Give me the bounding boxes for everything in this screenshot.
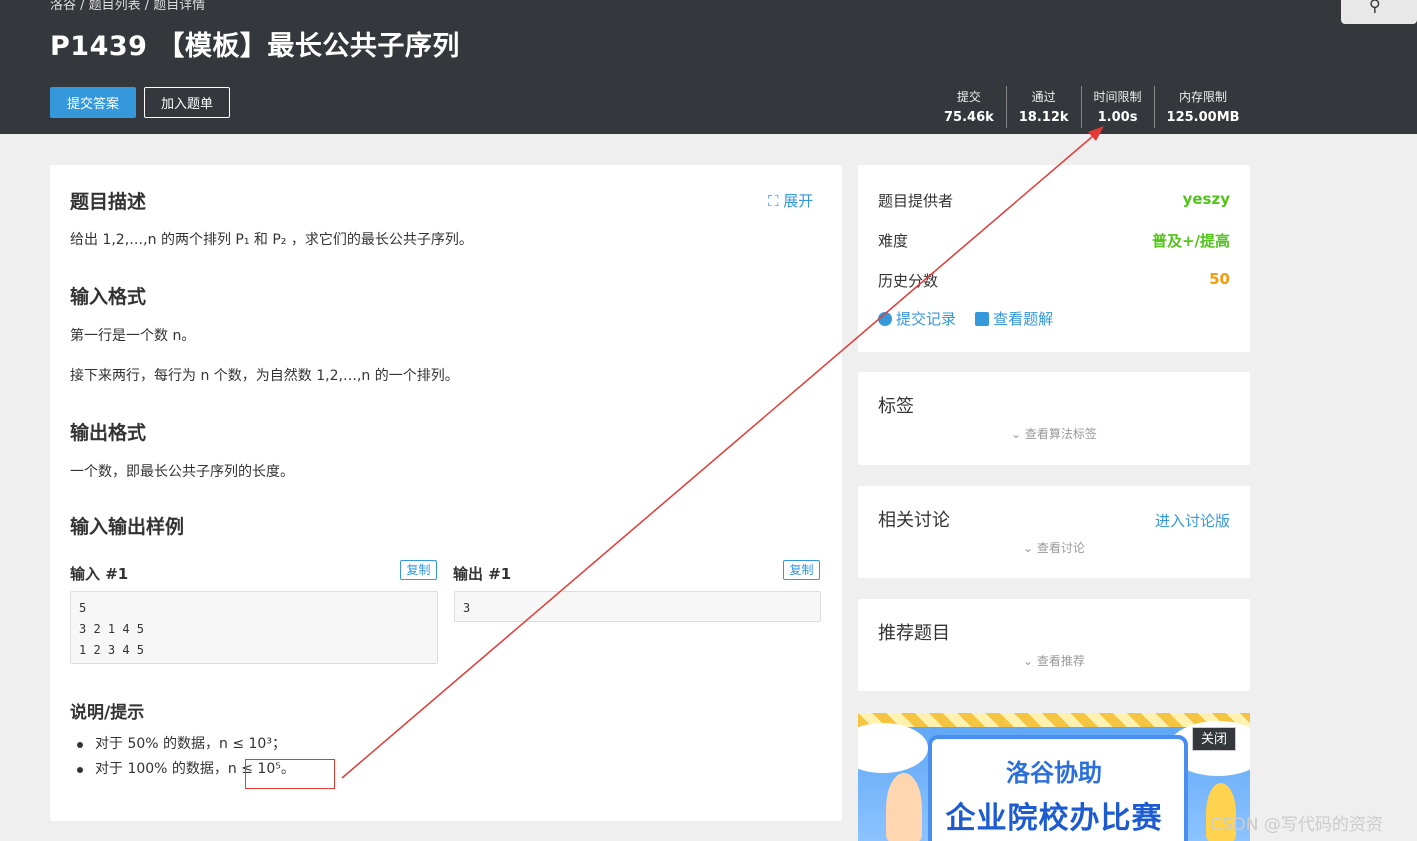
page-title: P1439 【模板】最长公共子序列 <box>50 31 460 62</box>
view-recommend-toggle[interactable]: ⌄ 查看推荐 <box>858 652 1250 669</box>
score-row: 历史分数 50 <box>878 270 1230 291</box>
stat-accepted: 通过 18.12k <box>1005 86 1081 128</box>
hint-heading: 说明/提示 <box>70 703 145 723</box>
view-recommend-label: 查看推荐 <box>1036 654 1085 668</box>
description-heading: 题目描述 <box>70 191 147 213</box>
difficulty-row: 难度 普及+/提高 <box>878 230 1230 251</box>
annotation-highlight-box <box>245 759 335 789</box>
book-icon <box>975 312 990 326</box>
score-label: 历史分数 <box>878 272 939 290</box>
solutions-link[interactable]: 查看题解 <box>975 310 1053 328</box>
copy-input-button[interactable]: 复制 <box>400 560 437 580</box>
recommend-card: 推荐题目 ⌄ 查看推荐 <box>858 599 1250 691</box>
breadcrumb[interactable]: 洛谷 / 题目列表 / 题目详情 <box>50 0 205 13</box>
submission-records-link[interactable]: 提交记录 <box>878 310 956 328</box>
discussion-card: 相关讨论 进入讨论版 ⌄ 查看讨论 <box>858 486 1250 578</box>
watermark: CSDN @写代码的资资 <box>1210 815 1383 835</box>
solutions-label: 查看题解 <box>993 310 1054 328</box>
add-to-list-button[interactable]: 加入题单 <box>144 87 230 118</box>
stat-memory-limit: 内存限制 125.00MB <box>1153 86 1252 128</box>
search-button[interactable]: ⚲ <box>1341 0 1417 24</box>
problem-header: 洛谷 / 题目列表 / 题目详情 P1439 【模板】最长公共子序列 提交答案 … <box>0 0 1417 134</box>
records-label: 提交记录 <box>896 310 957 328</box>
stat-time-limit: 时间限制 1.00s <box>1080 86 1154 128</box>
tags-title: 标签 <box>878 396 914 417</box>
provider-value[interactable]: yeszy <box>1183 190 1230 208</box>
stat-value: 18.12k <box>1018 110 1069 125</box>
enter-forum-link[interactable]: 进入讨论版 <box>1155 510 1230 531</box>
stat-submissions: 提交 75.46k <box>932 86 1006 128</box>
stat-value: 125.00MB <box>1166 110 1240 125</box>
stat-label: 通过 <box>1031 90 1056 104</box>
view-tags-label: 查看算法标签 <box>1024 427 1097 441</box>
stat-value: 1.00s <box>1097 110 1138 125</box>
pie-chart-icon <box>878 312 892 326</box>
problem-stats: 提交 75.46k 通过 18.12k 时间限制 1.00s 内存限制 125.… <box>932 86 1252 128</box>
expand-label: 展开 <box>783 192 814 210</box>
recommend-title: 推荐题目 <box>878 623 950 644</box>
output-format-heading: 输出格式 <box>70 422 147 444</box>
problem-content-card: 题目描述 ⛶ 展开 给出 1,2,…,n 的两个排列 P₁ 和 P₂ ，求它们的… <box>50 165 842 821</box>
chevron-down-icon: ⌄ <box>1023 541 1037 555</box>
input-format-heading: 输入格式 <box>70 286 147 308</box>
provider-label: 题目提供者 <box>878 192 954 210</box>
discussion-title: 相关讨论 <box>878 510 950 531</box>
expand-icon: ⛶ <box>768 192 779 210</box>
view-discussion-toggle[interactable]: ⌄ 查看讨论 <box>858 539 1250 556</box>
problem-info-card: 题目提供者 yeszy 难度 普及+/提高 历史分数 50 提交记录 查看题解 <box>858 165 1250 352</box>
stat-value: 75.46k <box>944 110 994 125</box>
view-discussion-label: 查看讨论 <box>1036 541 1085 555</box>
output-format-text: 一个数，即最长公共子序列的长度。 <box>70 464 294 480</box>
stat-label: 提交 <box>956 90 981 104</box>
search-icon: ⚲ <box>1369 0 1381 15</box>
view-tags-toggle[interactable]: ⌄ 查看算法标签 <box>858 425 1250 442</box>
score-value: 50 <box>1209 270 1230 288</box>
samples-heading: 输入输出样例 <box>70 516 185 538</box>
tags-card: 标签 ⌄ 查看算法标签 <box>858 372 1250 465</box>
expand-button[interactable]: ⛶ 展开 <box>768 190 813 211</box>
sample-input-label: 输入 #1 <box>70 565 129 583</box>
ad-banner[interactable]: 洛谷协助 企业院校办比赛 关闭 <box>858 713 1250 841</box>
chevron-down-icon: ⌄ <box>1023 654 1037 668</box>
hint-item: 对于 50% 的数据，n ≤ 10³； <box>75 732 295 757</box>
stat-label: 内存限制 <box>1179 90 1228 104</box>
copy-output-button[interactable]: 复制 <box>783 560 820 580</box>
illustration-person <box>886 773 922 841</box>
sample-input-box[interactable]: 5 3 2 1 4 5 1 2 3 4 5 <box>70 591 438 664</box>
provider-row: 题目提供者 yeszy <box>878 190 1230 211</box>
sample-output-label: 输出 #1 <box>453 565 512 583</box>
submit-answer-button[interactable]: 提交答案 <box>50 87 136 118</box>
ad-close-button[interactable]: 关闭 <box>1192 727 1236 751</box>
sample-output-box[interactable]: 3 <box>454 591 821 622</box>
chevron-down-icon: ⌄ <box>1011 427 1025 441</box>
difficulty-label: 难度 <box>878 232 909 250</box>
stat-label: 时间限制 <box>1093 90 1142 104</box>
info-links: 提交记录 查看题解 <box>878 308 1053 329</box>
difficulty-value: 普及+/提高 <box>1151 232 1230 250</box>
description-text: 给出 1,2,…,n 的两个排列 P₁ 和 P₂ ，求它们的最长公共子序列。 <box>70 232 473 248</box>
input-format-line1: 第一行是一个数 n。 <box>70 328 196 344</box>
input-format-line2: 接下来两行，每行为 n 个数，为自然数 1,2,…,n 的一个排列。 <box>70 368 459 384</box>
